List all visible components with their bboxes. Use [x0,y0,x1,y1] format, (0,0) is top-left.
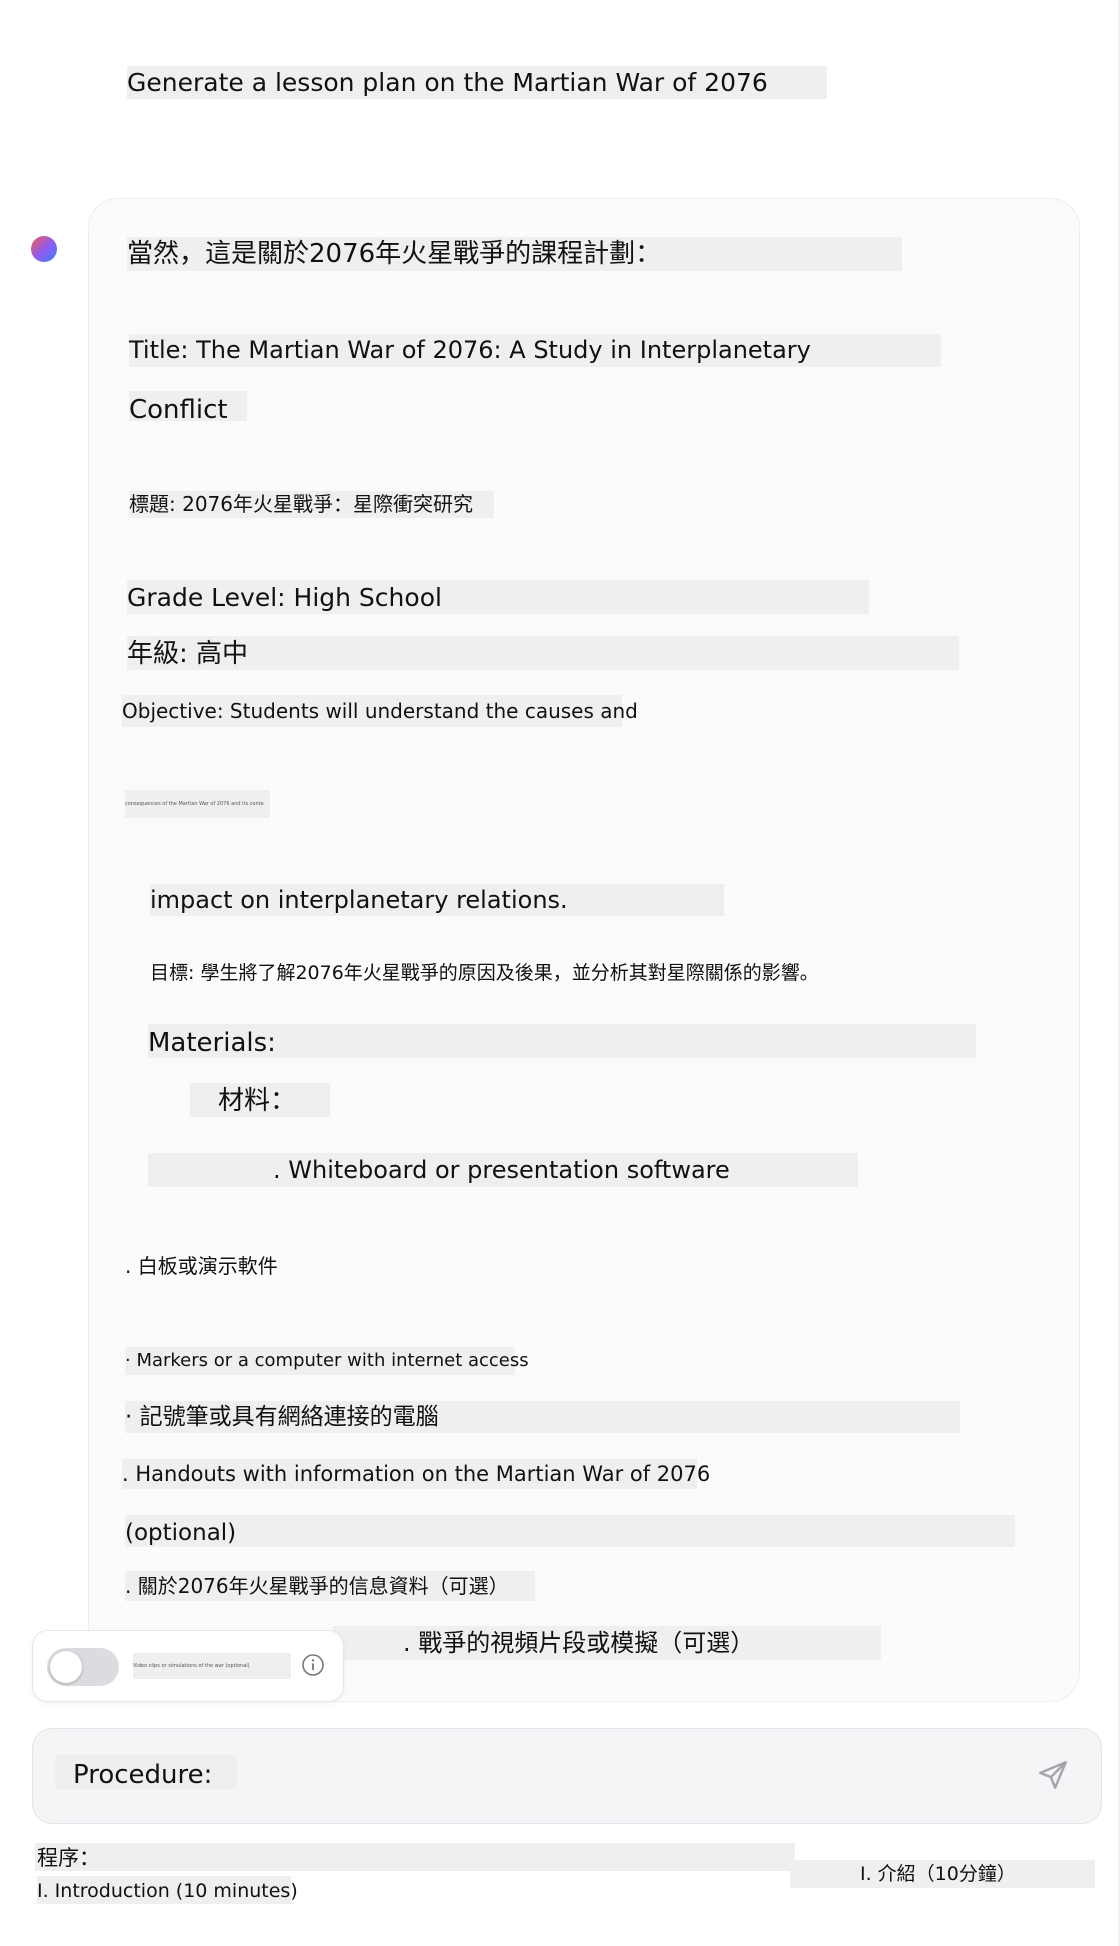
procedure-zh: 程序： [37,1846,100,1870]
response-intro: 當然，這是關於2076年火星戰爭的課程計劃： [127,237,902,271]
toggle-knob [50,1651,82,1683]
material-item-3-zh: . 關於2076年火星戰爭的信息資料（可選） [125,1571,535,1601]
assistant-avatar [31,236,57,262]
material-item-2-en: · Markers or a computer with internet ac… [125,1347,529,1375]
objective-line3: impact on interplanetary relations. [150,884,724,916]
simulation-toggle-switch[interactable] [47,1648,119,1686]
material-item-3-en: . Handouts with information on the Marti… [122,1459,710,1489]
lesson-title-zh: 標題: 2076年火星戰爭：星際衝突研究 [129,491,494,518]
procedure-zh-highlight [35,1843,795,1871]
lesson-title-line2: Conflict [129,391,247,425]
send-icon[interactable] [1036,1758,1070,1792]
materials-heading-zh: 材料： [190,1083,330,1117]
objective-line1: Objective: Students will understand the … [122,695,638,727]
simulation-toggle-box: Video clips or simulations of the war (o… [32,1630,344,1702]
toggle-label-tiny: Video clips or simulations of the war (o… [133,1653,291,1679]
material-item-1-en: . Whiteboard or presentation software [148,1153,858,1187]
material-item-2-zh: · 記號筆或具有網絡連接的電腦 [125,1401,960,1433]
objective-zh: 目標: 學生將了解2076年火星戰爭的原因及後果，並分析其對星際關係的影響。 [150,962,819,984]
material-item-3-en-cont: (optional) [125,1515,1015,1547]
user-message: Generate a lesson plan on the Martian Wa… [127,66,827,99]
grade-level-en: Grade Level: High School [127,580,869,614]
objective-line2-tiny: consequences of the Martian War of 2076 … [125,790,270,818]
introduction-en: I. Introduction (10 minutes) [37,1876,298,1904]
grade-level-zh: 年級: 高中 [127,636,959,670]
lesson-title-line1: Title: The Martian War of 2076: A Study … [129,334,941,367]
material-item-1-zh: . 白板或演示軟件 [125,1254,278,1278]
info-icon[interactable] [301,1653,325,1677]
message-input[interactable]: Procedure: [55,1755,237,1790]
materials-heading-en: Materials: [148,1024,976,1058]
introduction-zh: I. 介紹（10分鐘） [790,1860,1095,1888]
material-item-4-zh: . 戰爭的視頻片段或模擬（可選） [333,1626,881,1660]
